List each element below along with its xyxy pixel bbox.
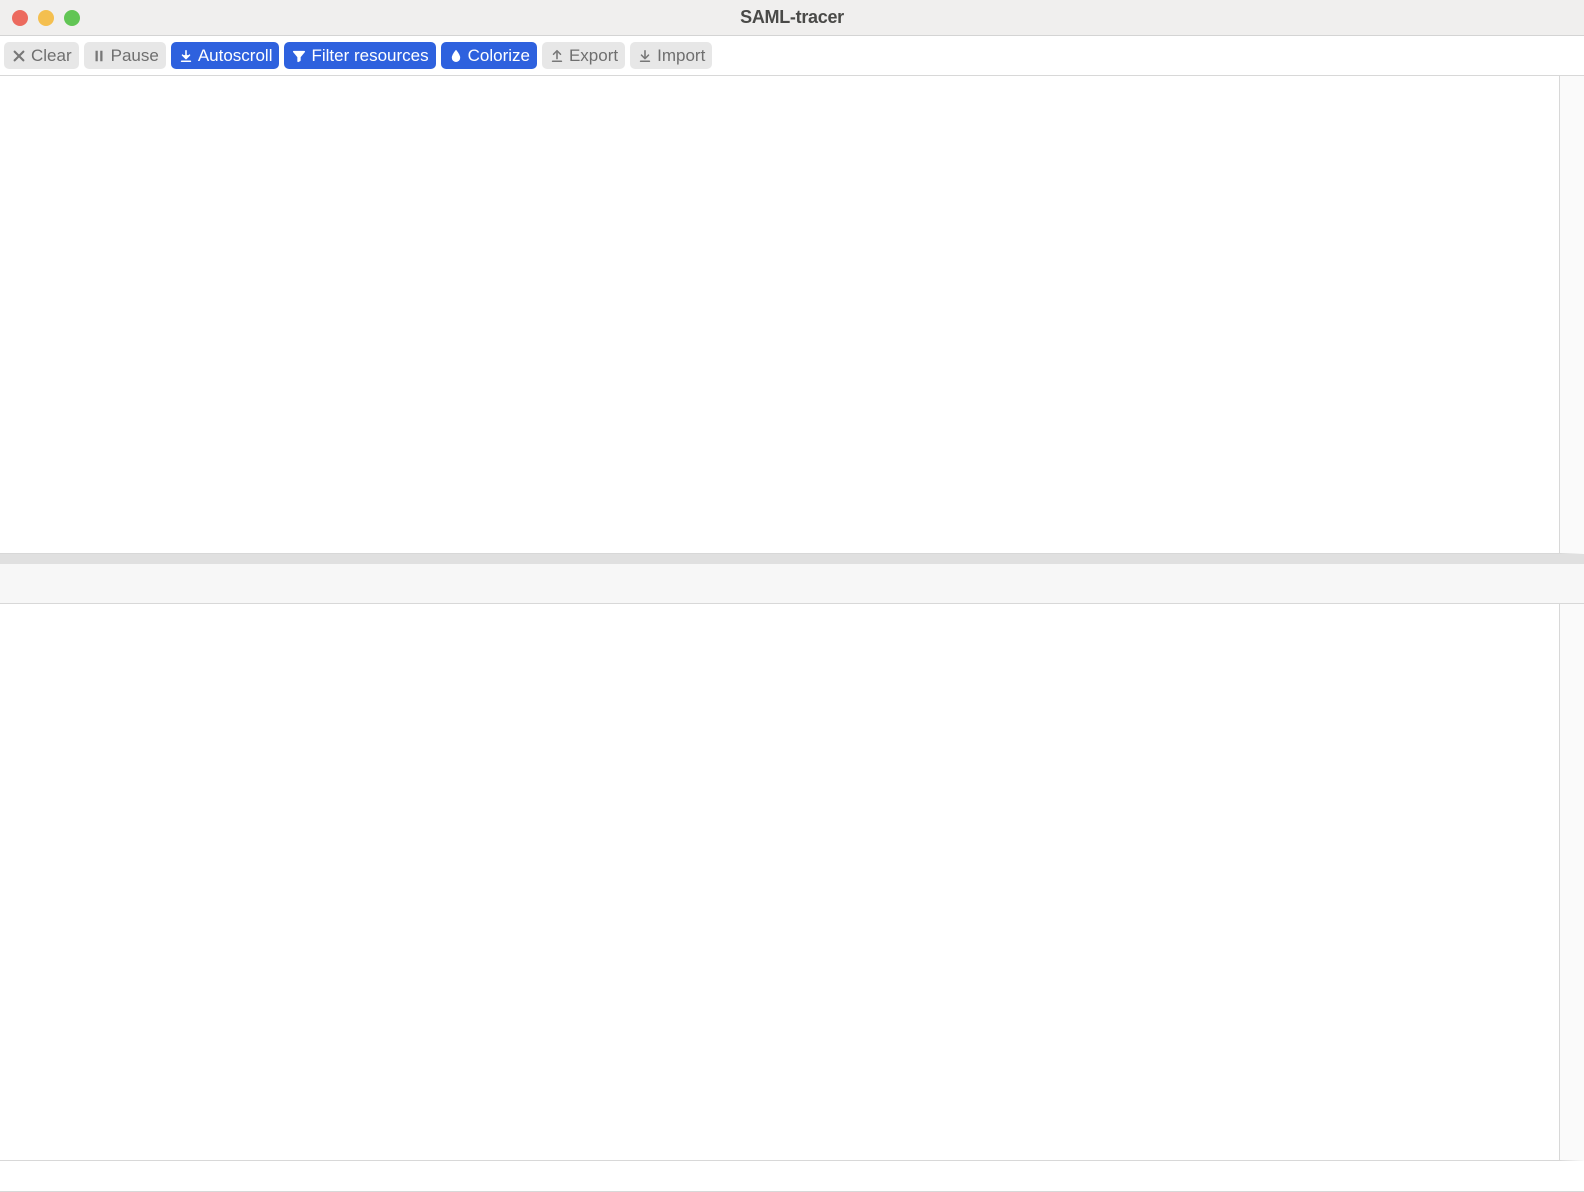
bottom-gap [0,1161,1584,1191]
pause-icon [91,48,107,64]
titlebar: SAML-tracer [0,0,1584,36]
import-button[interactable]: Import [630,42,712,69]
colorize-label: Colorize [468,47,530,64]
maximize-window-button[interactable] [64,10,80,26]
detail-tab-bar[interactable] [0,564,1584,604]
toolbar: Clear Pause Autoscroll Filter resources [0,36,1584,76]
colorize-button[interactable]: Colorize [441,42,537,69]
traffic-lights [12,10,80,26]
export-button[interactable]: Export [542,42,625,69]
close-window-button[interactable] [12,10,28,26]
splitter[interactable] [0,554,1584,564]
autoscroll-button[interactable]: Autoscroll [171,42,280,69]
pane-container [0,76,1584,1192]
download-icon [178,48,194,64]
upload-icon [549,48,565,64]
minimize-window-button[interactable] [38,10,54,26]
import-icon [637,48,653,64]
funnel-icon [291,48,307,64]
export-label: Export [569,47,618,64]
request-list-pane[interactable] [0,76,1584,554]
detail-pane[interactable] [0,604,1584,1161]
autoscroll-label: Autoscroll [198,47,273,64]
filter-label: Filter resources [311,47,428,64]
import-label: Import [657,47,705,64]
pause-label: Pause [111,47,159,64]
clear-button[interactable]: Clear [4,42,79,69]
clear-label: Clear [31,47,72,64]
pause-button[interactable]: Pause [84,42,166,69]
window-title: SAML-tracer [740,7,844,28]
droplet-icon [448,48,464,64]
x-icon [11,48,27,64]
filter-resources-button[interactable]: Filter resources [284,42,435,69]
